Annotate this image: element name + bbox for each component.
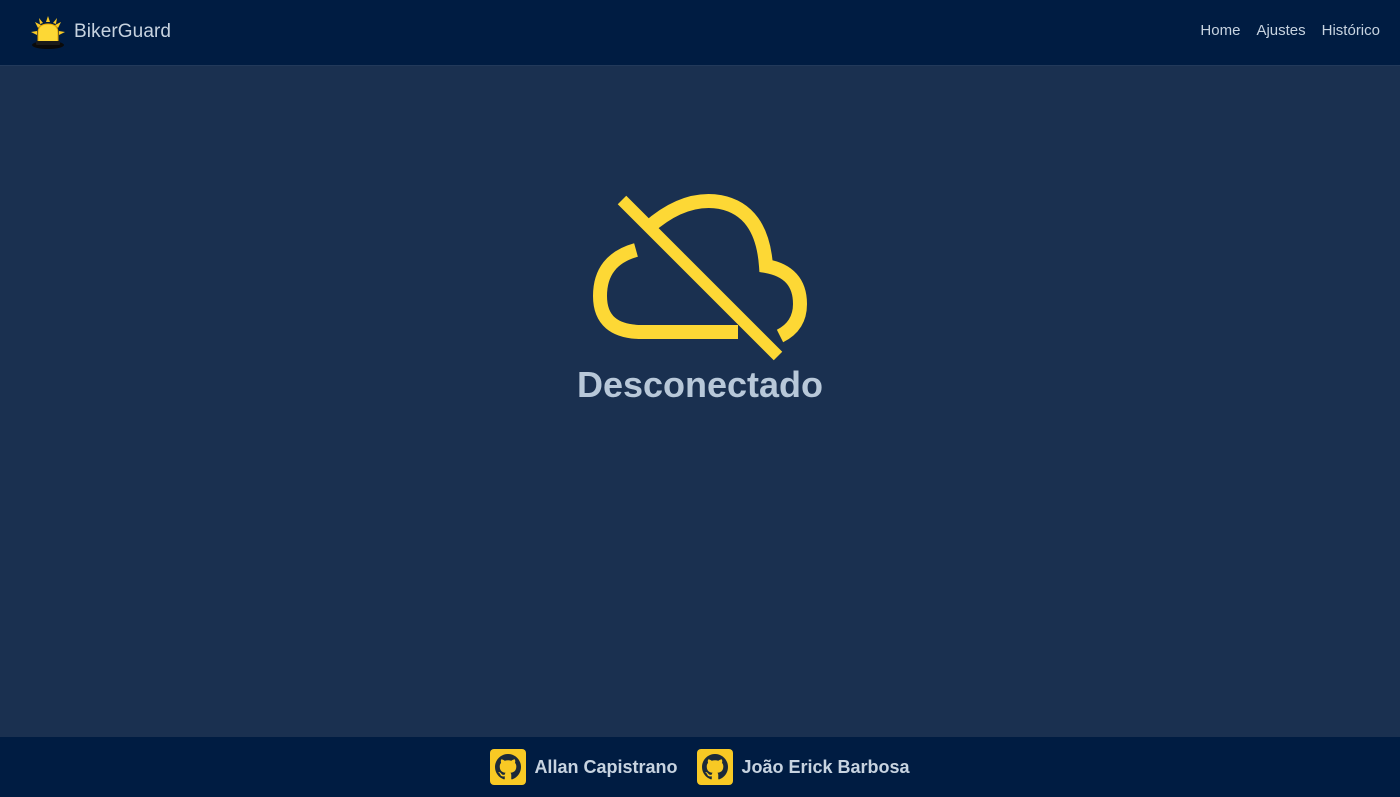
navbar: BikerGuard Home Ajustes Histórico [0,0,1400,66]
main-content: Desconectado [0,66,1400,737]
github-icon [490,749,527,785]
nav-ajustes[interactable]: Ajustes [1256,22,1305,39]
brand-link[interactable]: BikerGuard [30,14,171,50]
brand-name: BikerGuard [74,21,172,42]
cloud-off-icon [592,194,808,361]
connection-status: Desconectado [576,364,824,405]
author-name: João Erick Barbosa [741,756,910,777]
siren-light-icon [31,16,65,49]
nav-historico[interactable]: Histórico [1322,22,1380,39]
github-icon [697,749,734,785]
author-name: Allan Capistrano [534,756,678,777]
nav-home[interactable]: Home [1200,22,1240,39]
footer: Allan Capistrano João Erick Barbosa [0,737,1400,797]
nav-menu: Home Ajustes Histórico [1200,22,1380,39]
author-link-allan[interactable]: Allan Capistrano [490,749,677,785]
author-link-joao[interactable]: João Erick Barbosa [697,749,910,785]
